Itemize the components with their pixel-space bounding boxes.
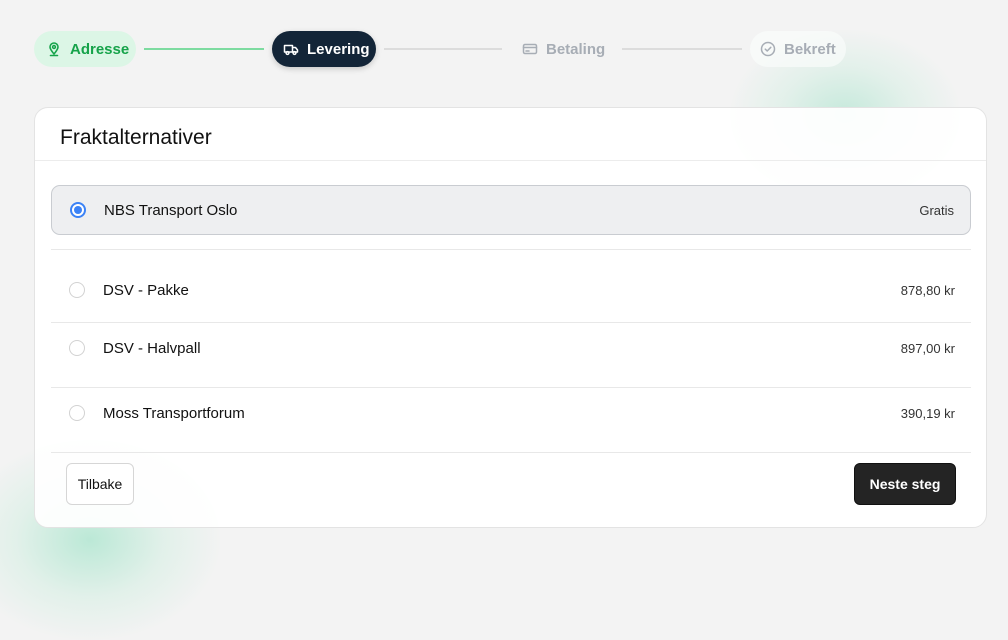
divider xyxy=(35,160,986,161)
radio-button[interactable] xyxy=(70,202,86,218)
step-connector xyxy=(144,48,264,50)
checkout-stepper: Adresse Levering Betaling Bekreft xyxy=(34,31,854,67)
radio-button[interactable] xyxy=(69,405,85,421)
shipping-option-nbs-transport-oslo[interactable]: NBS Transport Oslo Gratis xyxy=(51,185,971,250)
shipping-option-moss-transportforum[interactable]: Moss Transportforum 390,19 kr xyxy=(51,388,971,453)
step-label: Bekreft xyxy=(784,40,836,58)
option-price: 390,19 kr xyxy=(900,405,955,421)
map-pin-icon xyxy=(49,42,59,57)
option-row: DSV - Pakke 878,80 kr xyxy=(51,265,971,315)
shipping-options-list: NBS Transport Oslo Gratis DSV - Pakke 87… xyxy=(51,185,971,453)
truck-icon xyxy=(283,44,299,56)
step-betaling[interactable]: Betaling xyxy=(512,31,616,67)
shipping-option-dsv-pakke[interactable]: DSV - Pakke 878,80 kr xyxy=(51,258,971,323)
step-adresse[interactable]: Adresse xyxy=(34,31,136,67)
step-connector xyxy=(384,48,502,50)
step-levering[interactable]: Levering xyxy=(272,31,376,67)
option-name: DSV - Pakke xyxy=(103,281,189,299)
step-label: Adresse xyxy=(70,40,130,58)
radio-button[interactable] xyxy=(69,340,85,356)
back-button[interactable]: Tilbake xyxy=(66,463,134,505)
radio-button[interactable] xyxy=(69,282,85,298)
shipping-card: Fraktalternativer NBS Transport Oslo Gra… xyxy=(34,107,987,528)
shipping-option-dsv-halvpall[interactable]: DSV - Halvpall 897,00 kr xyxy=(51,323,971,388)
step-connector xyxy=(622,48,742,50)
step-bekreft[interactable]: Bekreft xyxy=(750,31,846,67)
step-label: Betaling xyxy=(546,40,606,58)
option-price: 878,80 kr xyxy=(900,282,955,298)
option-name: NBS Transport Oslo xyxy=(104,201,238,219)
option-row: DSV - Halvpall 897,00 kr xyxy=(51,323,971,373)
option-row: Moss Transportforum 390,19 kr xyxy=(51,388,971,438)
check-circle-icon xyxy=(760,41,776,57)
step-label: Levering xyxy=(307,40,370,58)
option-price: 897,00 kr xyxy=(900,340,955,356)
option-name: DSV - Halvpall xyxy=(103,339,201,357)
next-step-button[interactable]: Neste steg xyxy=(854,463,956,505)
option-price: Gratis xyxy=(919,202,954,218)
option-row: NBS Transport Oslo Gratis xyxy=(51,185,971,235)
option-name: Moss Transportforum xyxy=(103,404,245,422)
card-title: Fraktalternativer xyxy=(60,126,212,149)
credit-card-icon xyxy=(522,43,538,55)
